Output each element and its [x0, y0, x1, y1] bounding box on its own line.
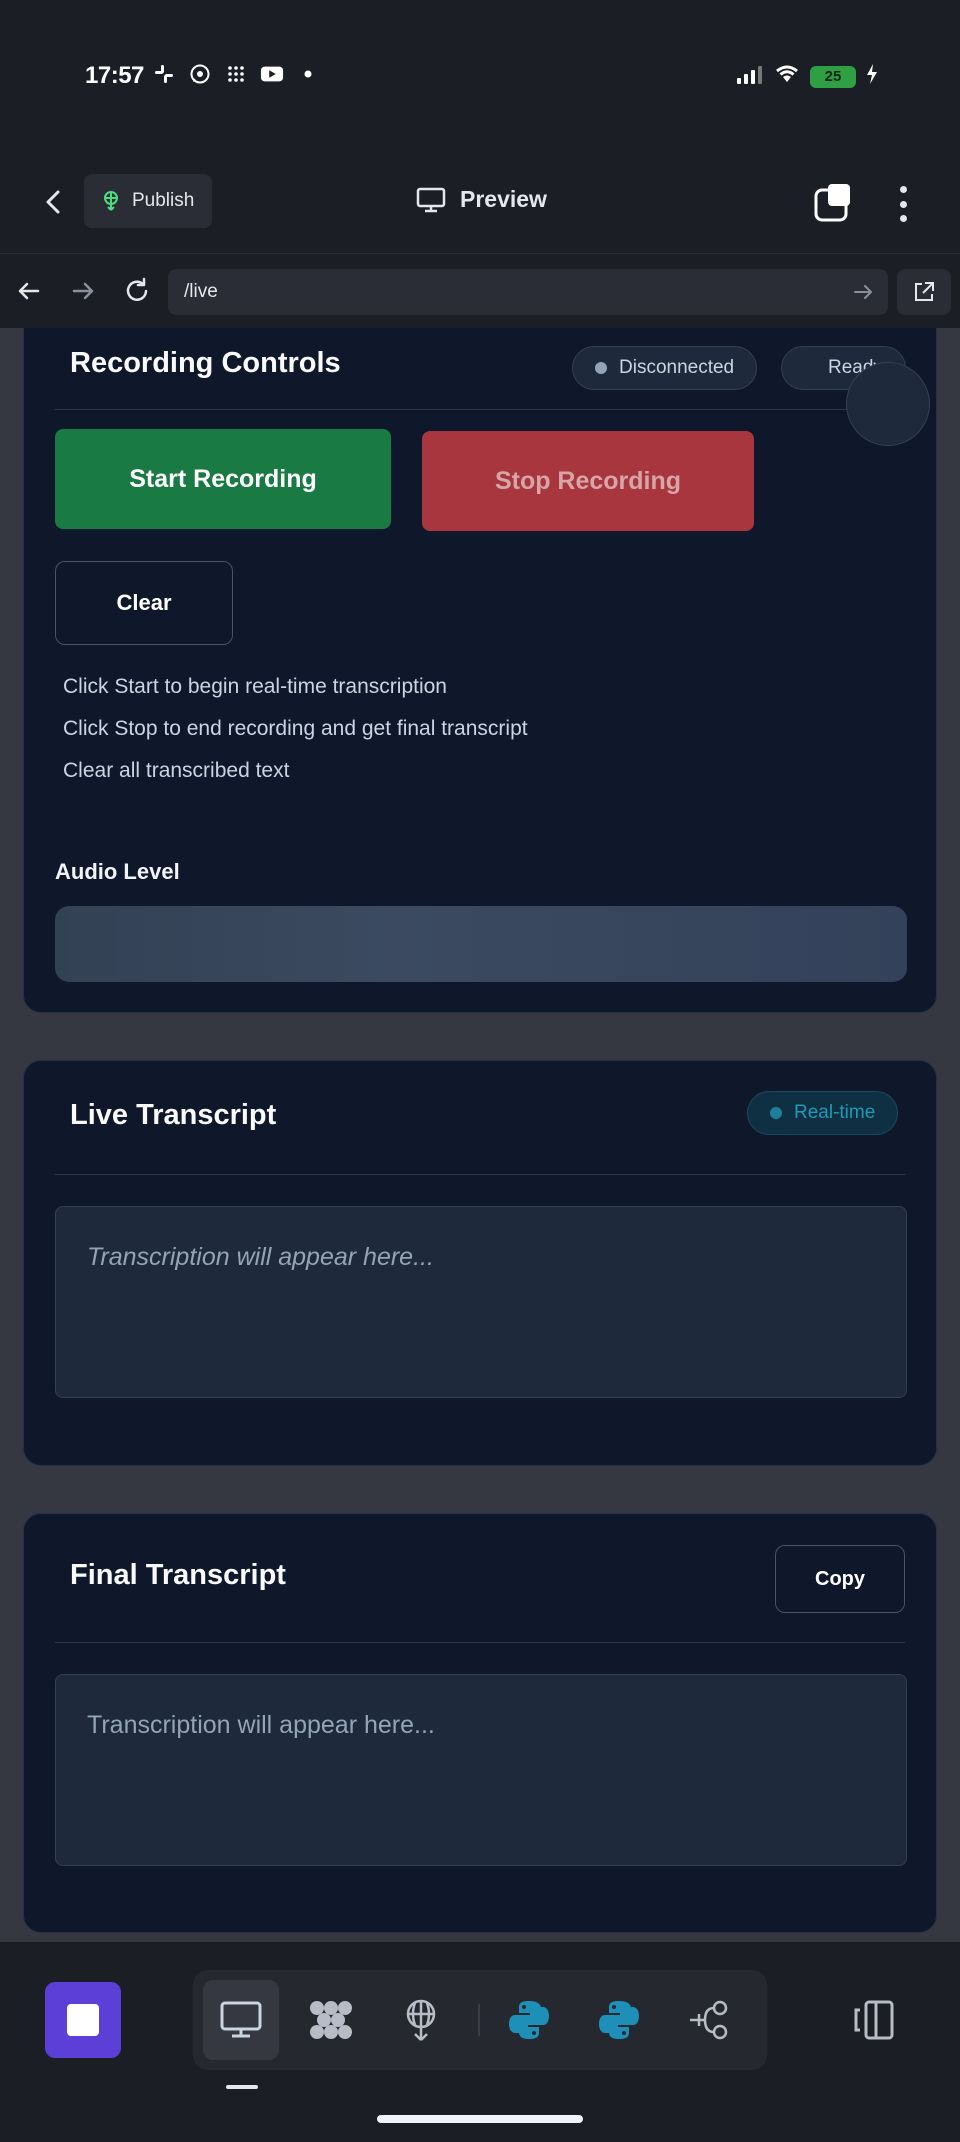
audio-level-meter [55, 906, 907, 982]
stop-recording-button[interactable]: Stop Recording [422, 431, 754, 531]
home-indicator [377, 2115, 583, 2123]
external-link-icon [915, 282, 934, 301]
help-stop-text: Click Stop to end recording and get fina… [63, 717, 528, 740]
live-transcript-placeholder: Transcription will appear here... [87, 1243, 434, 1271]
grid-icon [224, 62, 248, 86]
whatsapp-icon [188, 62, 212, 86]
live-transcript-area[interactable]: Transcription will appear here... [55, 1206, 907, 1398]
more-menu-button[interactable] [888, 184, 918, 224]
browser-bar: /live [0, 253, 960, 327]
realtime-dot [770, 1107, 782, 1119]
status-bar: 17:57 25 [0, 0, 960, 150]
signal-icon [736, 64, 764, 89]
tool-deploy[interactable] [383, 1980, 459, 2060]
python-icon [599, 2001, 639, 2039]
tool-group [193, 1970, 767, 2070]
publish-icon [104, 191, 118, 211]
tool-integrations[interactable] [671, 1980, 747, 2060]
audio-level-label: Audio Level [55, 859, 180, 884]
help-clear-text: Clear all transcribed text [63, 759, 290, 782]
workflow-icon [310, 2001, 352, 2039]
tool-python-2[interactable] [581, 1980, 657, 2060]
stop-run-button[interactable] [45, 1982, 121, 2058]
preview-content[interactable]: Recording Controls Disconnected Ready St… [0, 328, 960, 1942]
panel-toggle-icon[interactable] [850, 1996, 898, 2044]
nav-back-icon[interactable] [14, 276, 44, 306]
monitor-icon [220, 2001, 262, 2038]
connector-icon [690, 2000, 728, 2040]
nav-forward-icon[interactable] [68, 276, 98, 306]
realtime-badge: Real-time [747, 1091, 899, 1135]
final-transcript-placeholder: Transcription will appear here... [87, 1711, 435, 1739]
dot-indicator-icon [296, 62, 320, 86]
help-start-text: Click Start to begin real-time transcrip… [63, 675, 447, 698]
charging-icon [866, 64, 878, 89]
open-external-button[interactable] [897, 269, 951, 315]
battery-level: 25 [824, 68, 842, 85]
app-header: Publish Preview [0, 150, 960, 253]
realtime-badge-text: Real-time [794, 1102, 876, 1123]
divider [55, 1174, 905, 1175]
monitor-icon [416, 187, 446, 212]
live-transcript-card: Live Transcript Real-time Transcription … [23, 1060, 937, 1466]
final-transcript-title: Final Transcript [70, 1559, 286, 1591]
final-transcript-card: Final Transcript Copy Transcription will… [23, 1513, 937, 1933]
copy-button[interactable]: Copy [775, 1545, 905, 1613]
publish-label: Publish [132, 190, 195, 211]
status-time: 17:57 [85, 62, 144, 89]
youtube-icon [260, 62, 284, 86]
preview-toggle[interactable]: Preview [416, 186, 547, 213]
chevron-left-icon [46, 190, 60, 214]
tool-python-1[interactable] [491, 1980, 567, 2060]
wifi-icon [774, 64, 800, 89]
bottom-toolbar [0, 1942, 960, 2142]
url-text: /live [184, 281, 218, 302]
live-transcript-title: Live Transcript [70, 1099, 277, 1131]
divider [55, 1642, 905, 1643]
stop-icon [67, 2004, 99, 2036]
tool-preview[interactable] [203, 1980, 279, 2060]
python-icon [509, 2001, 549, 2039]
clear-button[interactable]: Clear [55, 561, 233, 645]
tool-separator [478, 2004, 480, 2036]
battery-indicator: 25 [810, 65, 856, 88]
publish-button[interactable]: Publish [84, 174, 212, 228]
refresh-icon[interactable] [122, 276, 152, 306]
tabs-icon [814, 184, 850, 222]
recording-controls-card: Recording Controls Disconnected Ready St… [23, 328, 937, 1013]
slack-icon [152, 62, 176, 86]
final-transcript-area[interactable]: Transcription will appear here... [55, 1674, 907, 1866]
tool-workflow[interactable] [293, 1980, 369, 2060]
floating-avatar[interactable] [846, 362, 930, 446]
deploy-globe-icon [406, 1999, 436, 2041]
active-tab-indicator [226, 2085, 258, 2089]
back-button[interactable] [38, 186, 70, 218]
url-input[interactable]: /live [168, 269, 888, 315]
go-arrow-icon[interactable] [852, 281, 874, 303]
start-recording-button[interactable]: Start Recording [55, 429, 391, 529]
preview-label: Preview [460, 186, 547, 212]
tabs-button[interactable] [814, 182, 854, 222]
